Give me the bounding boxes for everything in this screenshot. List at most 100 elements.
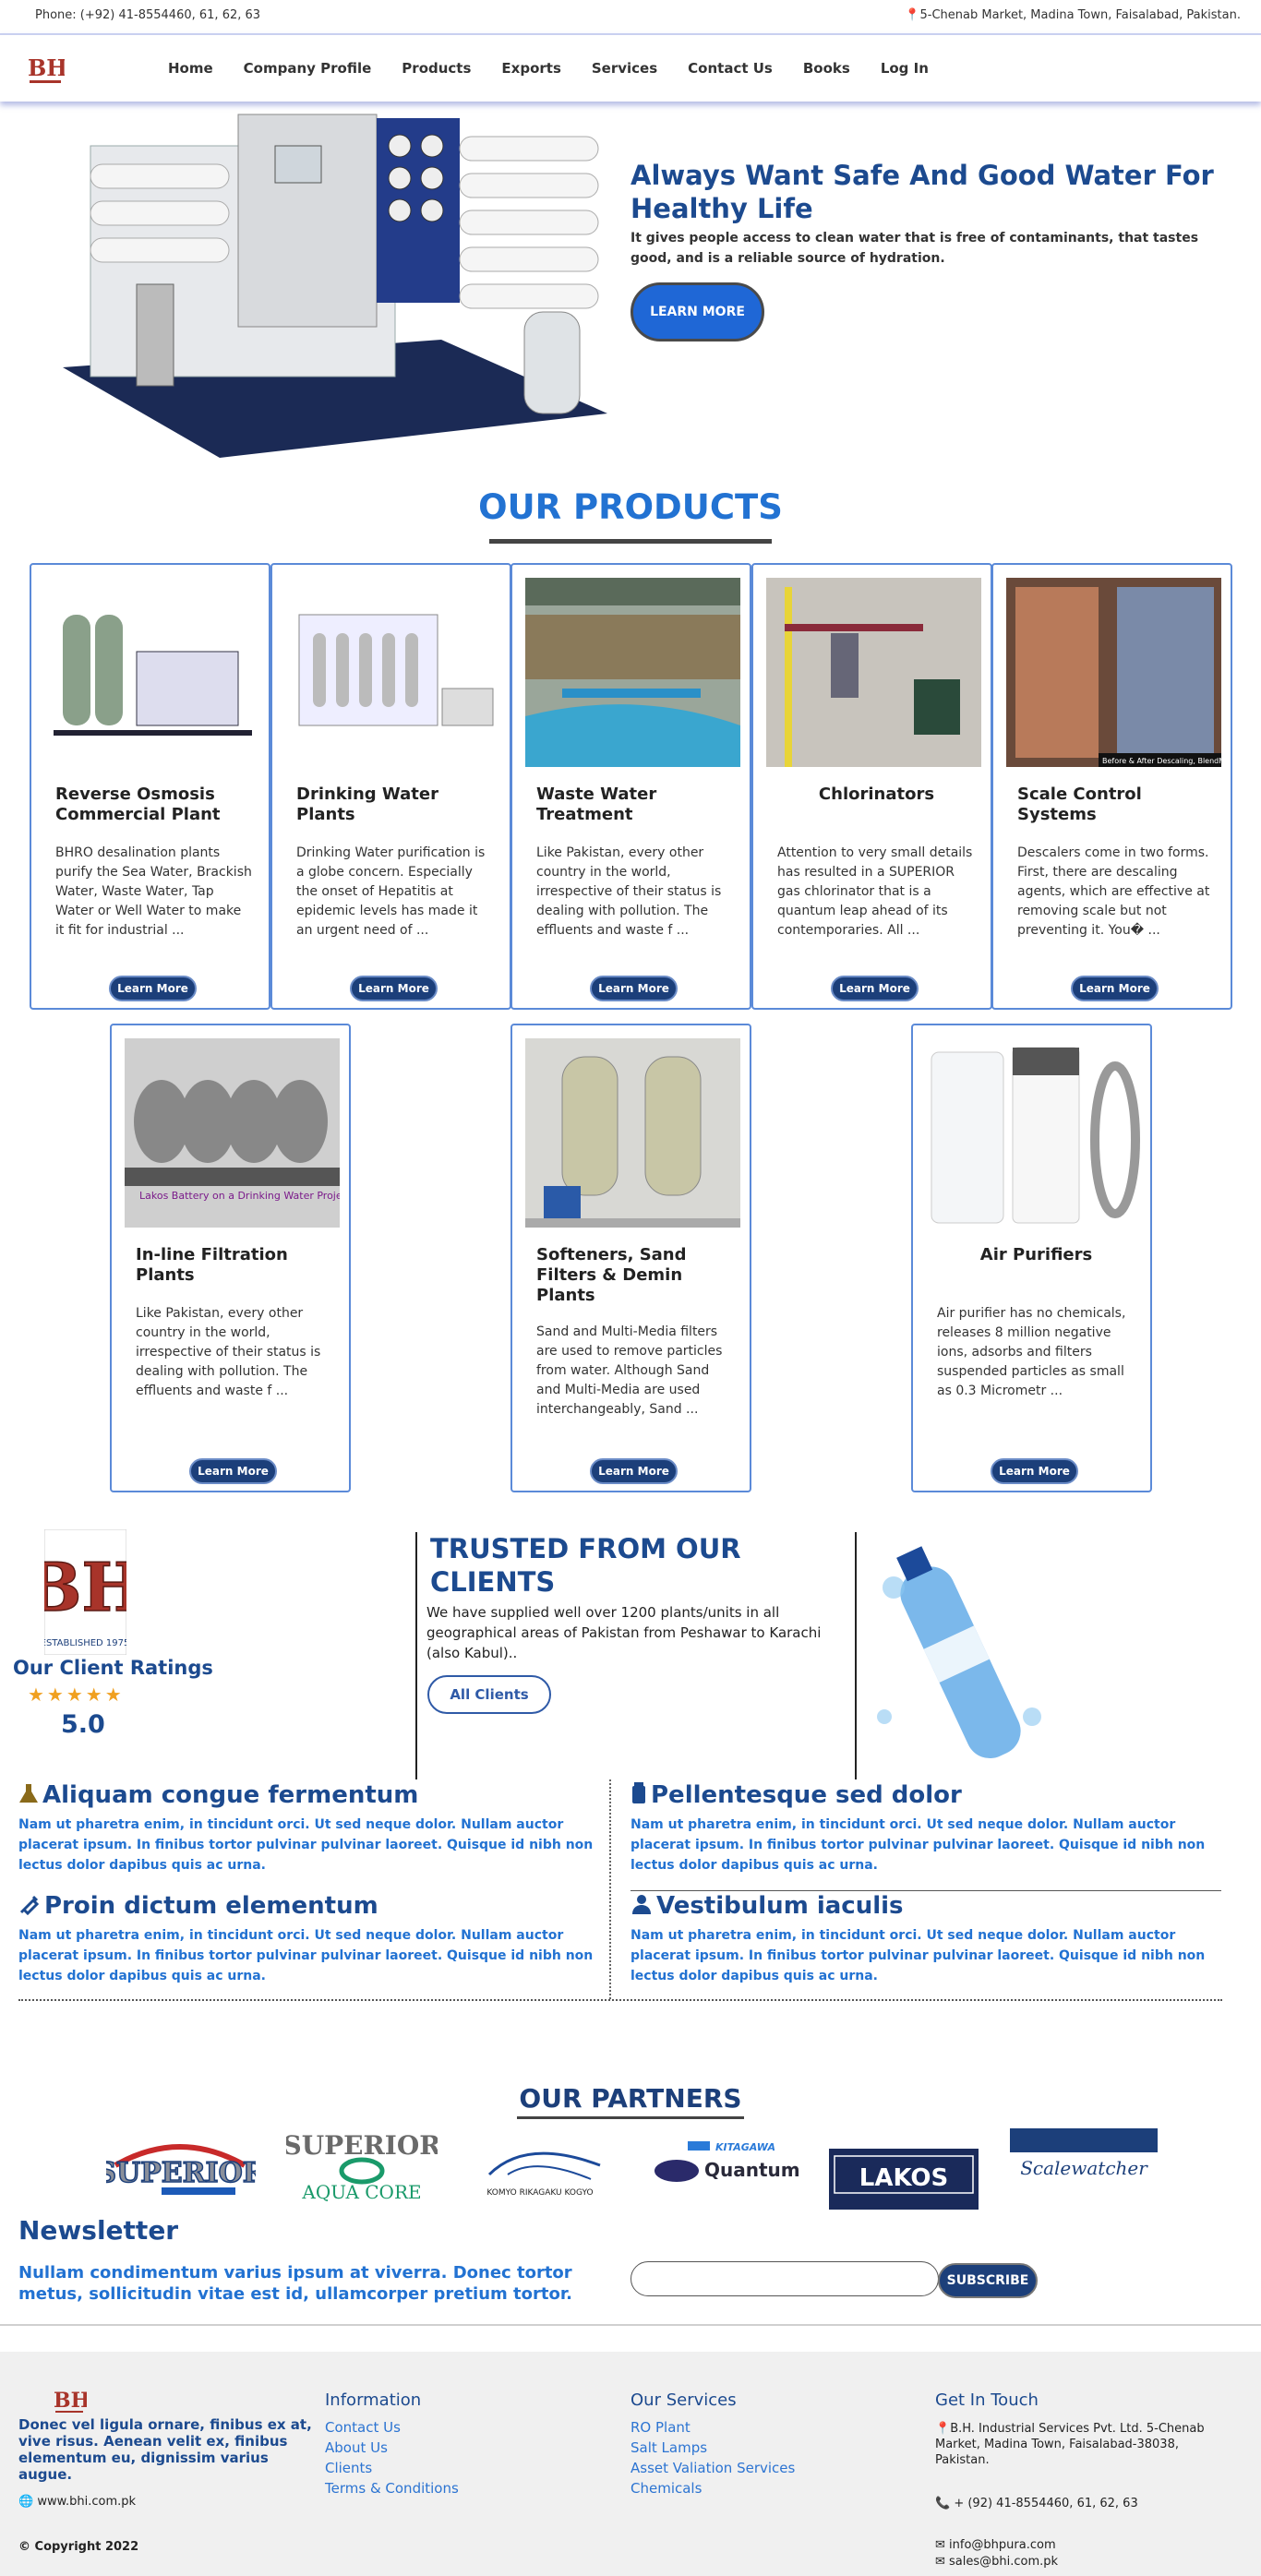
learn-more-button[interactable]: Learn More — [590, 1458, 678, 1484]
learn-more-button[interactable]: Learn More — [350, 976, 438, 1001]
footer-email-info-text[interactable]: info@bhpura.com — [949, 2538, 1056, 2552]
location-pin-icon: 📍 — [935, 2422, 951, 2436]
nav-company-profile[interactable]: Company Profile — [244, 60, 372, 77]
footer-link-ro-plant[interactable]: RO Plant — [630, 2417, 795, 2438]
client-ratings-title: Our Client Ratings — [13, 1657, 213, 1679]
product-card-ro-plant[interactable]: Reverse Osmosis Commercial Plant BHRO de… — [30, 563, 270, 1010]
main-navigation: BH Home Company Profile Products Exports… — [0, 33, 1261, 102]
footer-logo[interactable]: BH — [52, 2385, 90, 2416]
footer-link-chemicals[interactable]: Chemicals — [630, 2478, 795, 2498]
footer-column-title: Our Services — [630, 2390, 737, 2410]
partner-logo-lakos[interactable]: LAKOS — [829, 2149, 979, 2210]
product-card-air-purifiers[interactable]: Air Purifiers Air purifier has no chemic… — [911, 1024, 1152, 1492]
product-description: Attention to very small details has resu… — [777, 845, 973, 938]
partner-logo-komyo[interactable]: KOMYO RIKAGAKU KOGYO — [471, 2128, 609, 2202]
copyright-icon: © — [18, 2540, 35, 2554]
footer-website[interactable]: 🌐 www.bhi.com.pk — [18, 2495, 136, 2509]
hero-title: Always Want Safe And Good Water For Heal… — [630, 160, 1214, 224]
footer-email-info[interactable]: ✉ info@bhpura.com — [935, 2537, 1231, 2553]
partner-logo-quantum[interactable]: KITAGAWA Quantum — [651, 2138, 800, 2193]
footer-link-contact-us[interactable]: Contact Us — [325, 2417, 459, 2438]
product-card-drinking-water[interactable]: Drinking Water Plants Drinking Water pur… — [270, 563, 511, 1010]
footer-link-salt-lamps[interactable]: Salt Lamps — [630, 2438, 795, 2458]
feature-block: Vestibulum iaculis Nam ut pharetra enim,… — [630, 1892, 1221, 1986]
established-logo-text: BH — [44, 1548, 126, 1626]
footer-phone[interactable]: 📞 + (92) 41-8554460, 61, 62, 63 — [935, 2496, 1231, 2511]
feature-divider — [609, 1779, 611, 1999]
nav-products[interactable]: Products — [402, 60, 471, 77]
inline-image-caption: Lakos Battery on a Drinking Water Projec… — [139, 1190, 340, 1202]
learn-more-button[interactable]: Learn More — [1071, 976, 1159, 1001]
product-image-air-purifiers — [926, 1038, 1141, 1228]
product-description: Like Pakistan, every other country in th… — [536, 845, 722, 938]
footer-phone-text[interactable]: + (92) 41-8554460, 61, 62, 63 — [954, 2497, 1137, 2510]
product-card-inline-filtration[interactable]: Lakos Battery on a Drinking Water Projec… — [110, 1024, 351, 1492]
feature-text: Nam ut pharetra enim, in tincidunt orci.… — [630, 1928, 1206, 1983]
footer-email-sales-text[interactable]: sales@bhi.com.pk — [949, 2555, 1058, 2569]
subscribe-button[interactable]: SUBSCRIBE — [938, 2263, 1038, 2298]
established-logo: BH ESTABLISHED 1975 — [25, 1528, 145, 1656]
top-address-text: 5-Chenab Market, Madina Town, Faisalabad… — [919, 8, 1241, 22]
learn-more-button[interactable]: Learn More — [109, 976, 197, 1001]
product-card-waste-water[interactable]: Waste Water Treatment Like Pakistan, eve… — [510, 563, 751, 1010]
product-title: Waste Water Treatment — [536, 785, 657, 824]
divider-line — [415, 1532, 417, 1779]
product-title: Air Purifiers — [979, 1245, 1093, 1264]
footer-link-asset-valiation[interactable]: Asset Valiation Services — [630, 2458, 795, 2478]
nav-log-in[interactable]: Log In — [881, 60, 929, 77]
nav-services[interactable]: Services — [592, 60, 657, 77]
partner-logo-text: KOMYO RIKAGAKU KOGYO — [486, 2188, 593, 2198]
partners-heading: OUR PARTNERS — [519, 2083, 742, 2114]
partner-logo-aquacore[interactable]: SUPERIOR AQUA CORE — [282, 2128, 441, 2203]
learn-more-button[interactable]: Learn More — [189, 1458, 277, 1484]
partner-logo-text: SUPERIOR — [106, 2157, 256, 2189]
rating-stars: ★★★★★ — [28, 1683, 125, 1706]
footer-link-clients[interactable]: Clients — [325, 2458, 459, 2478]
jar-icon — [632, 1782, 645, 1803]
products-heading: OUR PRODUCTS — [478, 487, 783, 527]
partner-logo-superior[interactable]: SUPERIOR — [96, 2128, 267, 2202]
footer-website-text[interactable]: www.bhi.com.pk — [37, 2495, 136, 2509]
hero-ro-plant-image — [54, 109, 613, 458]
partner-logo-text: Scalewatcher — [1020, 2157, 1148, 2179]
footer-address-text: B.H. Industrial Services Pvt. Ltd. 5-Che… — [935, 2422, 1205, 2467]
product-title: Scale Control Systems — [1017, 785, 1142, 824]
product-card-scale-control[interactable]: Before & After Descaling, BlendMan 1983 … — [991, 563, 1232, 1010]
envelope-icon: ✉ — [935, 2538, 950, 2552]
newsletter-email-input[interactable] — [630, 2261, 939, 2296]
product-image-scale-control: Before & After Descaling, BlendMan 1983 — [1006, 578, 1221, 767]
nav-exports[interactable]: Exports — [501, 60, 560, 77]
learn-more-button[interactable]: Learn More — [590, 976, 678, 1001]
product-card-chlorinators[interactable]: Chlorinators Attention to very small det… — [751, 563, 992, 1010]
envelope-icon: ✉ — [935, 2555, 950, 2569]
footer-link-about-us[interactable]: About Us — [325, 2438, 459, 2458]
all-clients-button[interactable]: All Clients — [427, 1675, 551, 1714]
products-heading-underline — [489, 539, 772, 544]
partners-underline — [517, 2116, 744, 2119]
top-bar: Phone: (+92) 41-8554460, 61, 62, 63 📍5-C… — [0, 0, 1261, 33]
learn-more-button[interactable]: Learn More — [991, 1458, 1078, 1484]
product-card-softeners[interactable]: Softeners, Sand Filters & Demin Plants S… — [510, 1024, 751, 1492]
footer-copyright: © Copyright 2022 — [18, 2540, 138, 2554]
product-image-inline-filtration: Lakos Battery on a Drinking Water Projec… — [125, 1038, 340, 1228]
product-image-chlorinators — [766, 578, 981, 767]
footer-contact-column: Get In Touch — [935, 2390, 1249, 2410]
footer-services-column: Our Services RO Plant Salt Lamps Asset V… — [630, 2390, 795, 2498]
trusted-title: TRUSTED FROM OUR CLIENTS — [430, 1533, 741, 1598]
top-address: 📍5-Chenab Market, Madina Town, Faisalaba… — [905, 8, 1241, 22]
product-image-drinking-water — [285, 578, 500, 767]
footer-column-title: Information — [325, 2390, 422, 2410]
nav-home[interactable]: Home — [168, 60, 213, 77]
nav-books[interactable]: Books — [803, 60, 850, 77]
nav-menu: Home Company Profile Products Exports Se… — [168, 60, 959, 77]
hero-learn-more-button[interactable]: LEARN MORE — [630, 282, 764, 341]
partner-logo-text: SUPERIOR — [286, 2130, 438, 2161]
footer-column-title: Get In Touch — [935, 2390, 1039, 2410]
nav-contact-us[interactable]: Contact Us — [688, 60, 773, 77]
learn-more-button[interactable]: Learn More — [831, 976, 919, 1001]
footer-link-terms[interactable]: Terms & Conditions — [325, 2478, 459, 2498]
location-pin-icon: 📍 — [905, 8, 920, 22]
partner-logo-scalewatcher[interactable]: Scalewatcher — [1010, 2128, 1159, 2184]
site-logo[interactable]: BH — [26, 52, 67, 87]
footer-email-sales[interactable]: ✉ sales@bhi.com.pk — [935, 2554, 1231, 2570]
